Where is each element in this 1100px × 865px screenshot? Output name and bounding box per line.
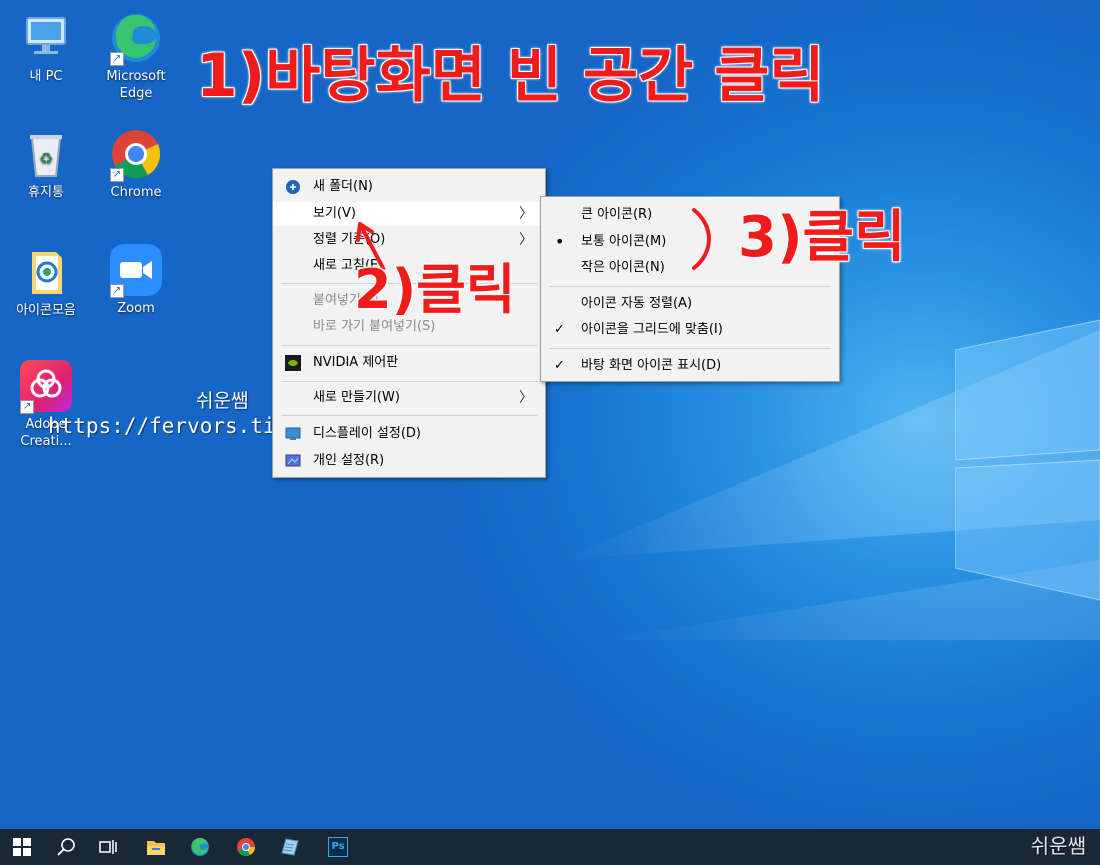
annotation-step3: 3)클릭: [738, 205, 906, 270]
menu-item-new[interactable]: 새로 만들기(W) 〉: [273, 386, 545, 410]
taskbar: Ps 쉬운쌤: [0, 829, 1100, 865]
desktop-icon-chrome[interactable]: ↗ Chrome: [98, 126, 174, 201]
this-pc-icon: [26, 17, 66, 54]
desktop-icon-label: Microsoft Edge: [106, 69, 166, 101]
submenu-item-align-grid[interactable]: ✓ 아이콘을 그리드에 맞춤(I): [541, 318, 839, 342]
task-view-icon: [99, 840, 117, 854]
menu-item-display-settings[interactable]: 디스플레이 설정(D): [273, 422, 545, 446]
svg-text:♻: ♻: [39, 149, 53, 168]
menu-separator: [281, 345, 537, 346]
watermark-name: 쉬운쌤: [196, 390, 249, 412]
menu-item-label: 디스플레이 설정(D): [313, 426, 422, 441]
menu-item-label: 아이콘 자동 정렬(A): [581, 296, 693, 311]
menu-item-personalize[interactable]: 개인 설정(R): [273, 449, 545, 473]
shortcut-arrow-icon: ↗: [20, 400, 34, 414]
menu-item-label: 보기(V): [313, 206, 356, 221]
menu-separator: [549, 286, 831, 287]
desktop-icon-zoom[interactable]: ↗ Zoom: [98, 242, 174, 317]
windows-logo-wallpaper: [955, 319, 1100, 601]
radio-bullet-icon: •: [555, 232, 565, 251]
task-view-button[interactable]: [86, 829, 130, 865]
annotation-bracket: [692, 208, 711, 270]
photoshop-icon: Ps: [328, 837, 348, 857]
chevron-right-icon: 〉: [519, 206, 533, 222]
checkmark-icon: ✓: [554, 322, 565, 337]
menu-item-label: 아이콘을 그리드에 맞춤(I): [581, 322, 723, 337]
nvidia-icon: [285, 355, 301, 371]
desktop-icon-label: 아이콘모음: [16, 303, 76, 318]
search-icon: [57, 838, 75, 856]
chevron-right-icon: 〉: [519, 232, 533, 248]
taskbar-edge[interactable]: [178, 829, 222, 865]
menu-item-label: 보통 아이콘(M): [581, 234, 667, 249]
search-button[interactable]: [44, 829, 88, 865]
menu-item-label: NVIDIA 제어판: [313, 355, 399, 370]
menu-item-new-folder[interactable]: 새 폴더(N): [273, 175, 545, 199]
start-button[interactable]: [0, 829, 44, 865]
desktop-icon-label: Chrome: [110, 185, 162, 200]
desktop-icon-label: 내 PC: [29, 69, 63, 84]
new-folder-icon: [286, 180, 300, 194]
menu-separator: [281, 415, 537, 416]
menu-item-label: 새로 만들기(W): [313, 390, 400, 405]
shortcut-arrow-icon: ↗: [110, 52, 124, 66]
menu-item-sort-by[interactable]: 정렬 기준(O) 〉: [273, 228, 545, 252]
menu-item-label: 개인 설정(R): [313, 453, 385, 468]
chevron-right-icon: 〉: [519, 390, 533, 406]
watermark-url: https://fervors.ti: [48, 414, 276, 438]
desktop-icon-edge[interactable]: ↗ Microsoft Edge: [98, 10, 174, 102]
menu-separator: [549, 348, 831, 349]
checkmark-icon: ✓: [554, 358, 565, 373]
desktop-icon-label: Zoom: [117, 301, 155, 316]
desktop-icon-folder[interactable]: 아이콘모음: [8, 244, 84, 319]
shortcut-arrow-icon: ↗: [110, 284, 124, 298]
personalize-icon: [285, 454, 301, 467]
file-explorer-icon: [147, 841, 165, 855]
watermark-corner: 쉬운쌤: [1030, 834, 1086, 858]
menu-separator: [281, 381, 537, 382]
windows-start-icon: [13, 838, 31, 856]
desktop-icon-this-pc[interactable]: 내 PC: [8, 10, 84, 85]
menu-item-label: 큰 아이콘(R): [581, 207, 653, 222]
shortcut-arrow-icon: ↗: [110, 168, 124, 182]
annotation-step2: 2)클릭: [354, 258, 516, 321]
display-icon: [285, 427, 301, 440]
chrome-icon: [237, 838, 255, 856]
menu-item-label: 작은 아이콘(N): [581, 260, 665, 275]
taskbar-chrome[interactable]: [224, 829, 268, 865]
desktop[interactable]: 내 PC ↗ Microsoft Edge ♻ 휴지통 ↗ Chrome 아이콘…: [0, 0, 1100, 829]
notepad-app-icon: [281, 838, 299, 856]
submenu-item-auto-arrange[interactable]: 아이콘 자동 정렬(A): [541, 292, 839, 316]
desktop-icon-recycle-bin[interactable]: ♻ 휴지통: [8, 126, 84, 201]
menu-item-label: 바탕 화면 아이콘 표시(D): [581, 358, 722, 373]
menu-item-nvidia[interactable]: NVIDIA 제어판: [273, 351, 545, 375]
taskbar-notepad-app[interactable]: [268, 829, 312, 865]
annotation-step1: 1)바탕화면 빈 공간 클릭: [196, 41, 825, 111]
taskbar-file-explorer[interactable]: [134, 829, 178, 865]
menu-item-label: 새 폴더(N): [313, 179, 373, 194]
menu-item-view[interactable]: 보기(V) 〉: [273, 202, 545, 226]
recycle-bin-icon: ♻: [30, 135, 62, 177]
submenu-item-show-desktop-icons[interactable]: ✓ 바탕 화면 아이콘 표시(D): [541, 354, 839, 378]
folder-icon: [32, 252, 62, 294]
taskbar-photoshop[interactable]: Ps: [316, 829, 360, 865]
desktop-icon-label: 휴지통: [28, 185, 64, 200]
edge-icon: [191, 837, 209, 856]
